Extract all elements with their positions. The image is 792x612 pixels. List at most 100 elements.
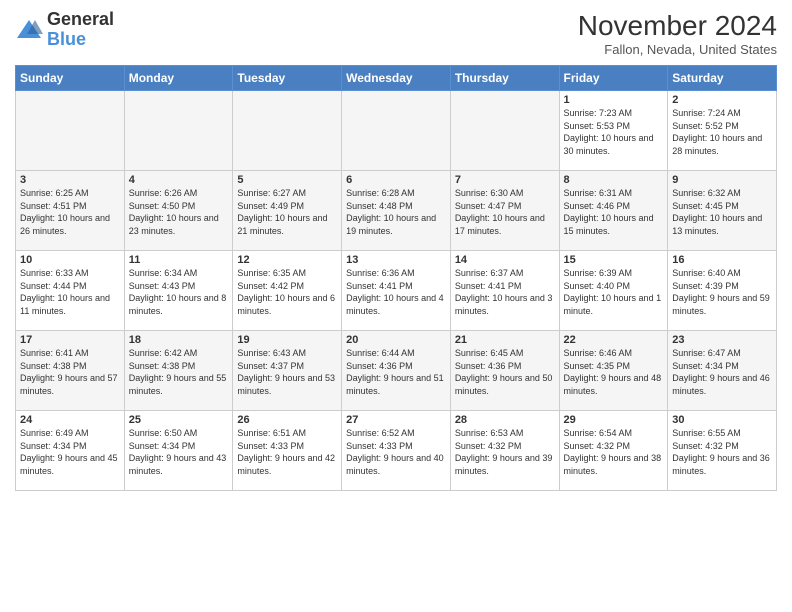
day-info: Sunrise: 6:54 AM Sunset: 4:32 PM Dayligh… — [564, 427, 664, 477]
location-text: Fallon, Nevada, United States — [578, 42, 777, 57]
day-number: 22 — [564, 334, 664, 346]
day-info: Sunrise: 6:44 AM Sunset: 4:36 PM Dayligh… — [346, 347, 446, 397]
day-cell: 2Sunrise: 7:24 AM Sunset: 5:52 PM Daylig… — [668, 91, 777, 171]
header-sunday: Sunday — [16, 66, 125, 91]
logo-general: General — [47, 9, 114, 29]
day-cell: 21Sunrise: 6:45 AM Sunset: 4:36 PM Dayli… — [450, 331, 559, 411]
day-cell — [450, 91, 559, 171]
day-cell: 12Sunrise: 6:35 AM Sunset: 4:42 PM Dayli… — [233, 251, 342, 331]
day-cell: 20Sunrise: 6:44 AM Sunset: 4:36 PM Dayli… — [342, 331, 451, 411]
day-cell: 1Sunrise: 7:23 AM Sunset: 5:53 PM Daylig… — [559, 91, 668, 171]
header-saturday: Saturday — [668, 66, 777, 91]
day-cell: 30Sunrise: 6:55 AM Sunset: 4:32 PM Dayli… — [668, 411, 777, 491]
day-number: 30 — [672, 414, 772, 426]
day-number: 13 — [346, 254, 446, 266]
day-number: 11 — [129, 254, 229, 266]
logo: General Blue — [15, 10, 114, 50]
day-number: 23 — [672, 334, 772, 346]
day-number: 25 — [129, 414, 229, 426]
week-row-5: 24Sunrise: 6:49 AM Sunset: 4:34 PM Dayli… — [16, 411, 777, 491]
day-cell — [342, 91, 451, 171]
day-cell: 6Sunrise: 6:28 AM Sunset: 4:48 PM Daylig… — [342, 171, 451, 251]
header: General Blue November 2024 Fallon, Nevad… — [15, 10, 777, 57]
day-info: Sunrise: 6:39 AM Sunset: 4:40 PM Dayligh… — [564, 267, 664, 317]
day-info: Sunrise: 6:46 AM Sunset: 4:35 PM Dayligh… — [564, 347, 664, 397]
day-number: 4 — [129, 174, 229, 186]
day-info: Sunrise: 6:32 AM Sunset: 4:45 PM Dayligh… — [672, 187, 772, 237]
day-info: Sunrise: 6:31 AM Sunset: 4:46 PM Dayligh… — [564, 187, 664, 237]
day-cell: 13Sunrise: 6:36 AM Sunset: 4:41 PM Dayli… — [342, 251, 451, 331]
day-number: 2 — [672, 94, 772, 106]
day-number: 5 — [237, 174, 337, 186]
day-info: Sunrise: 6:50 AM Sunset: 4:34 PM Dayligh… — [129, 427, 229, 477]
day-info: Sunrise: 6:43 AM Sunset: 4:37 PM Dayligh… — [237, 347, 337, 397]
day-cell: 10Sunrise: 6:33 AM Sunset: 4:44 PM Dayli… — [16, 251, 125, 331]
day-cell: 23Sunrise: 6:47 AM Sunset: 4:34 PM Dayli… — [668, 331, 777, 411]
day-cell: 18Sunrise: 6:42 AM Sunset: 4:38 PM Dayli… — [124, 331, 233, 411]
day-number: 12 — [237, 254, 337, 266]
day-number: 8 — [564, 174, 664, 186]
day-cell: 8Sunrise: 6:31 AM Sunset: 4:46 PM Daylig… — [559, 171, 668, 251]
day-cell: 27Sunrise: 6:52 AM Sunset: 4:33 PM Dayli… — [342, 411, 451, 491]
day-number: 19 — [237, 334, 337, 346]
day-info: Sunrise: 6:42 AM Sunset: 4:38 PM Dayligh… — [129, 347, 229, 397]
day-info: Sunrise: 6:55 AM Sunset: 4:32 PM Dayligh… — [672, 427, 772, 477]
month-year-title: November 2024 — [578, 10, 777, 42]
week-row-1: 1Sunrise: 7:23 AM Sunset: 5:53 PM Daylig… — [16, 91, 777, 171]
day-cell: 25Sunrise: 6:50 AM Sunset: 4:34 PM Dayli… — [124, 411, 233, 491]
day-info: Sunrise: 6:51 AM Sunset: 4:33 PM Dayligh… — [237, 427, 337, 477]
day-cell: 11Sunrise: 6:34 AM Sunset: 4:43 PM Dayli… — [124, 251, 233, 331]
day-number: 20 — [346, 334, 446, 346]
day-number: 24 — [20, 414, 120, 426]
calendar-header-row: Sunday Monday Tuesday Wednesday Thursday… — [16, 66, 777, 91]
logo-blue: Blue — [47, 29, 86, 49]
day-info: Sunrise: 6:25 AM Sunset: 4:51 PM Dayligh… — [20, 187, 120, 237]
day-cell: 4Sunrise: 6:26 AM Sunset: 4:50 PM Daylig… — [124, 171, 233, 251]
day-info: Sunrise: 6:53 AM Sunset: 4:32 PM Dayligh… — [455, 427, 555, 477]
day-cell — [233, 91, 342, 171]
day-cell: 26Sunrise: 6:51 AM Sunset: 4:33 PM Dayli… — [233, 411, 342, 491]
day-info: Sunrise: 6:30 AM Sunset: 4:47 PM Dayligh… — [455, 187, 555, 237]
day-info: Sunrise: 6:36 AM Sunset: 4:41 PM Dayligh… — [346, 267, 446, 317]
day-cell — [16, 91, 125, 171]
week-row-2: 3Sunrise: 6:25 AM Sunset: 4:51 PM Daylig… — [16, 171, 777, 251]
header-thursday: Thursday — [450, 66, 559, 91]
day-info: Sunrise: 6:40 AM Sunset: 4:39 PM Dayligh… — [672, 267, 772, 317]
day-number: 27 — [346, 414, 446, 426]
day-cell: 17Sunrise: 6:41 AM Sunset: 4:38 PM Dayli… — [16, 331, 125, 411]
day-number: 3 — [20, 174, 120, 186]
day-cell: 9Sunrise: 6:32 AM Sunset: 4:45 PM Daylig… — [668, 171, 777, 251]
day-number: 21 — [455, 334, 555, 346]
header-monday: Monday — [124, 66, 233, 91]
title-block: November 2024 Fallon, Nevada, United Sta… — [578, 10, 777, 57]
day-info: Sunrise: 6:34 AM Sunset: 4:43 PM Dayligh… — [129, 267, 229, 317]
day-cell: 15Sunrise: 6:39 AM Sunset: 4:40 PM Dayli… — [559, 251, 668, 331]
header-wednesday: Wednesday — [342, 66, 451, 91]
day-info: Sunrise: 6:52 AM Sunset: 4:33 PM Dayligh… — [346, 427, 446, 477]
day-cell: 16Sunrise: 6:40 AM Sunset: 4:39 PM Dayli… — [668, 251, 777, 331]
day-cell: 3Sunrise: 6:25 AM Sunset: 4:51 PM Daylig… — [16, 171, 125, 251]
day-cell: 29Sunrise: 6:54 AM Sunset: 4:32 PM Dayli… — [559, 411, 668, 491]
day-number: 15 — [564, 254, 664, 266]
day-info: Sunrise: 6:35 AM Sunset: 4:42 PM Dayligh… — [237, 267, 337, 317]
day-info: Sunrise: 6:33 AM Sunset: 4:44 PM Dayligh… — [20, 267, 120, 317]
day-cell: 28Sunrise: 6:53 AM Sunset: 4:32 PM Dayli… — [450, 411, 559, 491]
logo-icon — [15, 16, 43, 44]
day-info: Sunrise: 6:47 AM Sunset: 4:34 PM Dayligh… — [672, 347, 772, 397]
day-number: 1 — [564, 94, 664, 106]
day-number: 7 — [455, 174, 555, 186]
day-cell: 14Sunrise: 6:37 AM Sunset: 4:41 PM Dayli… — [450, 251, 559, 331]
day-number: 26 — [237, 414, 337, 426]
day-number: 16 — [672, 254, 772, 266]
page-container: General Blue November 2024 Fallon, Nevad… — [0, 0, 792, 496]
day-cell: 22Sunrise: 6:46 AM Sunset: 4:35 PM Dayli… — [559, 331, 668, 411]
week-row-4: 17Sunrise: 6:41 AM Sunset: 4:38 PM Dayli… — [16, 331, 777, 411]
day-number: 10 — [20, 254, 120, 266]
day-info: Sunrise: 6:41 AM Sunset: 4:38 PM Dayligh… — [20, 347, 120, 397]
logo-text: General Blue — [47, 10, 114, 50]
day-cell: 24Sunrise: 6:49 AM Sunset: 4:34 PM Dayli… — [16, 411, 125, 491]
day-info: Sunrise: 6:37 AM Sunset: 4:41 PM Dayligh… — [455, 267, 555, 317]
calendar-table: Sunday Monday Tuesday Wednesday Thursday… — [15, 65, 777, 491]
day-cell — [124, 91, 233, 171]
day-info: Sunrise: 6:49 AM Sunset: 4:34 PM Dayligh… — [20, 427, 120, 477]
